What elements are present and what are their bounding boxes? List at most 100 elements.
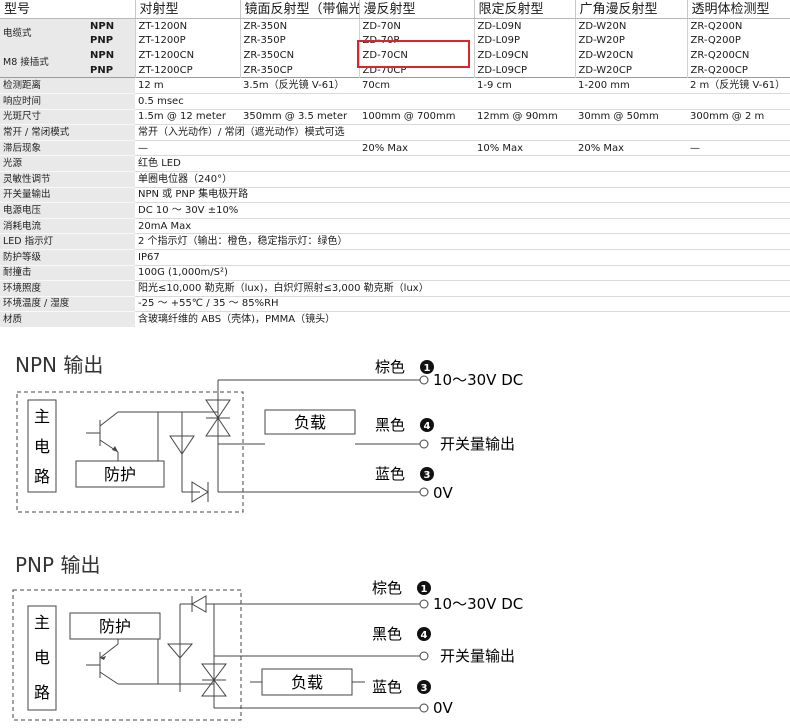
npn-main-3: 路 (34, 467, 50, 486)
row-value: 20% Max (359, 139, 475, 156)
model-cell: ZR-350N (239, 18, 360, 34)
table-row: 电缆式 NPN ZT-1200N ZR-350N ZD-70N ZD-L09N ZD-W20… (0, 18, 790, 49)
table-row: 灵敏性调节 单圈电位器（240°） (0, 170, 790, 188)
row-value: 0.5 msec (135, 92, 790, 110)
pnp-load-label: 负载 (291, 673, 323, 692)
npn-wire-black: 黑色 (375, 416, 405, 434)
row-label: 材质 (0, 311, 136, 327)
model-cell: ZT-1200P (134, 33, 241, 49)
pnp-protect-label: 防护 (99, 617, 131, 636)
npn-wire-blue-desc: 0V (433, 484, 454, 502)
model-cell: ZR-350CP (239, 62, 360, 78)
row-label: 电源电压 (0, 202, 136, 219)
model-cell: ZD-W20N (574, 18, 688, 34)
row-value: NPN 或 PNP 集电极开路 (135, 186, 790, 203)
table-row: 消耗电流 20mA Max (0, 217, 790, 234)
row-value: 3.5m（反光镜 V-61） (240, 77, 360, 94)
row-value: 1-200 mm (575, 77, 688, 94)
row-value: 1.5m @ 12 meter (135, 108, 241, 125)
row-label: 环境照度 (0, 280, 136, 297)
row-value: 30mm @ 50mm (575, 108, 688, 125)
row-label: 光斑尺寸 (0, 108, 136, 125)
pnp-pin-3: 3 (421, 683, 428, 694)
table-row: 材质 含玻璃纤维的 ABS（壳体)，PMMA（镜头） (0, 311, 790, 327)
npn-pin-3: 3 (424, 470, 431, 481)
row-value: 单圈电位器（240°） (135, 170, 790, 188)
row-label: 光源 (0, 155, 136, 172)
row-value: 1-9 cm (474, 77, 576, 94)
npn-wire-brown: 棕色 (375, 358, 405, 376)
npn-main-1: 主 (34, 407, 50, 426)
row-value: 12 m (135, 77, 241, 94)
pnp-pin-1: 1 (421, 584, 428, 595)
row-value: DC 10 ～ 30V ±10% (135, 202, 790, 219)
pnp-circuit: PNP 输出 主 电 路 防护 负载 棕色 1 10～30V DC 黑色 4 开… (12, 553, 523, 721)
table-row: LED 指示灯 2 个指示灯（输出：橙色，稳定指示灯：绿色） (0, 233, 790, 250)
row-value: 20mA Max (135, 217, 790, 234)
table-header: 型号对射型镜面反射型（带偏光镜）漫反射型限定反射型广角漫反射型透明体检测型 (0, 0, 790, 19)
table-row: 响应时间 0.5 msec (0, 92, 790, 110)
pnp-title: PNP 输出 (15, 553, 100, 577)
table-row: 检测距离 12 m 3.5m（反光镜 V-61） 70cm 1-9 cm 1-200 mm… (0, 77, 790, 94)
npn-pin-4: 4 (424, 421, 431, 432)
row-label: 开关量输出 (0, 186, 136, 203)
row-label: 检测距离 (0, 77, 136, 94)
table-row: 滞后现象 —20% Max 10% Max 20% Max — (0, 139, 790, 156)
model-cell: ZR-Q200P (686, 33, 790, 49)
row-label: M8 接插式 (0, 48, 88, 78)
output-type: PNP (88, 33, 136, 49)
npn-main-2: 电 (34, 437, 50, 456)
row-value: 2 个指示灯（输出：橙色，稳定指示灯：绿色） (135, 233, 790, 250)
npn-pin-1: 1 (424, 363, 431, 374)
model-cell: ZR-Q200N (686, 18, 790, 34)
pnp-main-3: 路 (34, 683, 50, 702)
pnp-main-1: 主 (34, 613, 50, 632)
row-value: 300mm @ 2 m (687, 108, 790, 125)
table-row: 防护等级 IP67 (0, 248, 790, 265)
row-label: 消耗电流 (0, 217, 136, 234)
table-row: 环境温度 / 湿度 -25 ～ +55℃ / 35 ～ 85%RH (0, 295, 790, 312)
table-row: 环境照度 阳光≤10,000 勒克斯（lux)，白炽灯照射≤3,000 勒克斯（l… (0, 280, 790, 297)
row-value: — (135, 139, 241, 156)
header-model: 型号 (0, 0, 136, 19)
table-row: 常开 / 常闭模式 常开（入光动作）/ 常闭（遮光动作）模式可选 (0, 124, 790, 141)
highlight-box (357, 40, 470, 68)
npn-wire-black-desc: 开关量输出 (440, 435, 515, 453)
row-value: 350mm @ 3.5 meter (240, 108, 360, 125)
header-col: 漫反射型 (358, 0, 475, 19)
npn-protect-label: 防护 (104, 465, 136, 484)
model-cell: ZT-1200CN (134, 48, 241, 63)
npn-wire-blue: 蓝色 (375, 465, 405, 483)
model-cell: ZT-1200N (134, 18, 241, 34)
row-label: 耐撞击 (0, 264, 136, 281)
row-value: — (687, 139, 790, 156)
row-label: 电缆式 (0, 18, 88, 49)
row-value: 10% Max (474, 139, 576, 156)
npn-title: NPN 输出 (15, 353, 103, 377)
model-cell: ZD-W20CP (574, 62, 688, 78)
row-value: 含玻璃纤维的 ABS（壳体)，PMMA（镜头） (135, 311, 790, 327)
row-value: 2 m（反光镜 V-61） (687, 77, 790, 94)
npn-circuit: NPN 输出 主 电 路 防护 负载 棕色 1 10～30V DC 黑色 4 开… (15, 353, 523, 513)
row-value: 100mm @ 700mm (359, 108, 475, 125)
pnp-wire-black: 黑色 (372, 625, 402, 643)
output-type: PNP (88, 62, 136, 78)
pnp-wire-blue-desc: 0V (433, 699, 454, 717)
pnp-wire-blue: 蓝色 (372, 678, 402, 696)
header-col: 透明体检测型 (686, 0, 790, 19)
row-label: 响应时间 (0, 92, 136, 110)
model-cell: ZR-350CN (239, 48, 360, 63)
row-label: LED 指示灯 (0, 233, 136, 250)
pnp-main-2: 电 (34, 648, 50, 667)
row-label: 灵敏性调节 (0, 170, 136, 188)
pnp-wire-brown-desc: 10～30V DC (433, 595, 523, 613)
header-col: 广角漫反射型 (574, 0, 688, 19)
table-row: 电源电压 DC 10 ～ 30V ±10% (0, 202, 790, 219)
row-value: 红色 LED (135, 155, 790, 172)
row-value: 常开（入光动作）/ 常闭（遮光动作）模式可选 (135, 124, 790, 141)
model-cell: ZT-1200CP (134, 62, 241, 78)
model-cell: ZR-Q200CN (686, 48, 790, 63)
model-cell: ZR-Q200CP (686, 62, 790, 78)
table-row: 开关量输出 NPN 或 PNP 集电极开路 (0, 186, 790, 203)
pnp-wire-black-desc: 开关量输出 (440, 647, 515, 665)
